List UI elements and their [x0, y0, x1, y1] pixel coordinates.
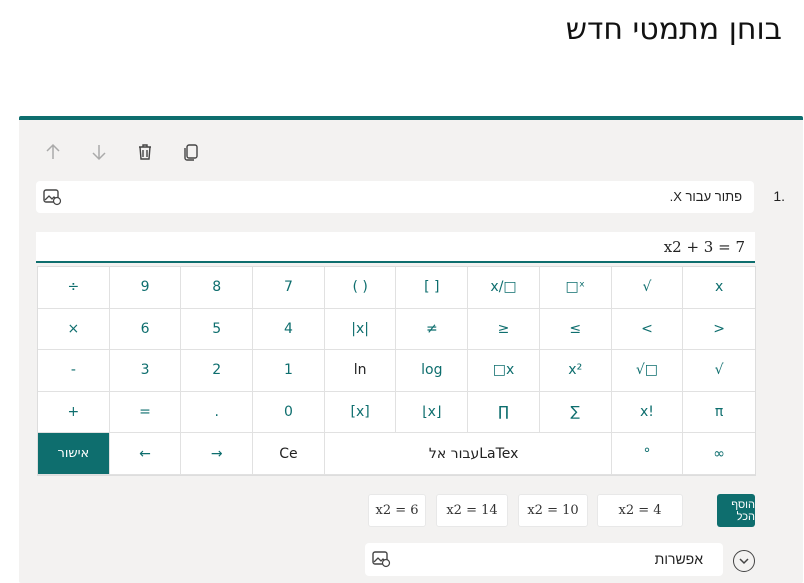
key-clear-entry[interactable]: Ce	[253, 433, 325, 475]
key-6[interactable]: 6	[109, 308, 182, 351]
latex-label: עבור אל	[428, 445, 480, 462]
question-toolbar	[41, 140, 203, 164]
key-equals[interactable]: =	[109, 391, 182, 434]
key-brackets[interactable]: [ ]	[396, 267, 469, 309]
key-back-arrow[interactable]: ←	[109, 433, 182, 475]
key-5[interactable]: 5	[181, 308, 254, 351]
formula-input[interactable]: x2 + 3 = 7	[36, 232, 755, 263]
key-less[interactable]: <	[611, 308, 684, 351]
key-not-equal[interactable]: ≠	[396, 308, 469, 351]
key-x[interactable]: x	[683, 267, 755, 309]
key-geq[interactable]: ≥	[468, 308, 540, 351]
key-product[interactable]: ∏	[468, 391, 540, 434]
image-icon[interactable]	[371, 549, 391, 569]
key-forward-arrow[interactable]: →	[181, 433, 254, 475]
latex-word: LaTex	[479, 445, 519, 462]
key-parentheses[interactable]: ( )	[324, 267, 397, 309]
key-log[interactable]: log	[396, 350, 469, 392]
switch-to-latex-button[interactable]: עבור אל LaTex	[324, 433, 612, 475]
add-all-button[interactable]: הוסף הכל	[717, 494, 755, 527]
key-root-symbol[interactable]: √	[611, 267, 684, 309]
option-input[interactable]: אפשרות	[365, 543, 723, 576]
key-power[interactable]: □ˣ	[539, 267, 612, 309]
key-subscript[interactable]: □x	[468, 350, 540, 392]
question-input[interactable]: פתור עבור X.	[36, 181, 754, 213]
key-sum[interactable]: ∑	[539, 391, 612, 434]
math-keypad: ÷ 9 8 7 ( ) [ ] x/□ □ˣ √ x × 6 5 4 |x| ≠…	[37, 266, 756, 476]
suggestion-chip[interactable]: x2 = 10	[518, 494, 588, 527]
key-1[interactable]: 1	[253, 350, 325, 392]
key-fraction[interactable]: x/□	[468, 267, 540, 309]
arrow-up-icon	[46, 143, 60, 159]
key-pi[interactable]: π	[683, 392, 755, 434]
key-infinity[interactable]: ∞	[683, 433, 755, 475]
chevron-down-icon	[739, 558, 749, 565]
question-number: 1.	[773, 188, 785, 204]
key-greater[interactable]: >	[683, 309, 755, 351]
key-decimal[interactable]: .	[181, 391, 254, 434]
key-0[interactable]: 0	[253, 391, 325, 434]
confirm-button[interactable]: אישור	[38, 433, 110, 475]
move-down-button[interactable]	[87, 140, 111, 164]
trash-icon	[139, 144, 151, 160]
question-card: 1. פתור עבור X. x2 + 3 = 7 ÷ 9 8 7 ( ) […	[19, 116, 803, 583]
page-title: בוחן מתמטי חדש	[565, 12, 782, 47]
key-leq[interactable]: ≤	[539, 308, 612, 351]
suggestion-value: x2 = 4	[618, 503, 662, 518]
key-7[interactable]: 7	[253, 267, 325, 309]
key-floor[interactable]: ⌊x⌋	[396, 391, 469, 434]
suggestion-dropdown[interactable]: x2 = 4	[597, 494, 683, 527]
key-plus[interactable]: +	[38, 391, 110, 434]
key-abs[interactable]: |x|	[324, 308, 397, 351]
key-minus[interactable]: -	[38, 350, 110, 392]
key-ln[interactable]: ln	[324, 350, 397, 392]
option-text: אפשרות	[654, 551, 703, 567]
image-icon[interactable]	[42, 187, 62, 207]
key-square[interactable]: x²	[539, 350, 612, 392]
key-divide[interactable]: ÷	[38, 267, 110, 309]
question-text: פתור עבור X.	[669, 189, 742, 204]
suggestion-chip[interactable]: x2 = 14	[436, 494, 508, 527]
key-ceiling[interactable]: [x]	[324, 391, 397, 434]
key-degree[interactable]: °	[611, 433, 684, 475]
suggestion-chip[interactable]: x2 = 6	[368, 494, 426, 527]
key-8[interactable]: 8	[181, 267, 254, 309]
delete-button[interactable]	[133, 140, 157, 164]
copy-icon	[184, 144, 198, 161]
option-radio[interactable]	[733, 550, 755, 572]
key-3[interactable]: 3	[109, 350, 182, 392]
key-factorial[interactable]: x!	[611, 391, 684, 434]
move-up-button[interactable]	[41, 140, 65, 164]
formula-value: x2 + 3 = 7	[663, 238, 745, 256]
arrow-down-icon	[92, 145, 106, 161]
key-sqrt[interactable]: √	[683, 350, 755, 392]
key-9[interactable]: 9	[109, 267, 182, 309]
key-multiply[interactable]: ×	[38, 308, 110, 351]
key-4[interactable]: 4	[253, 308, 325, 351]
key-2[interactable]: 2	[181, 350, 254, 392]
copy-button[interactable]	[179, 140, 203, 164]
key-nth-root[interactable]: √□	[611, 350, 684, 392]
